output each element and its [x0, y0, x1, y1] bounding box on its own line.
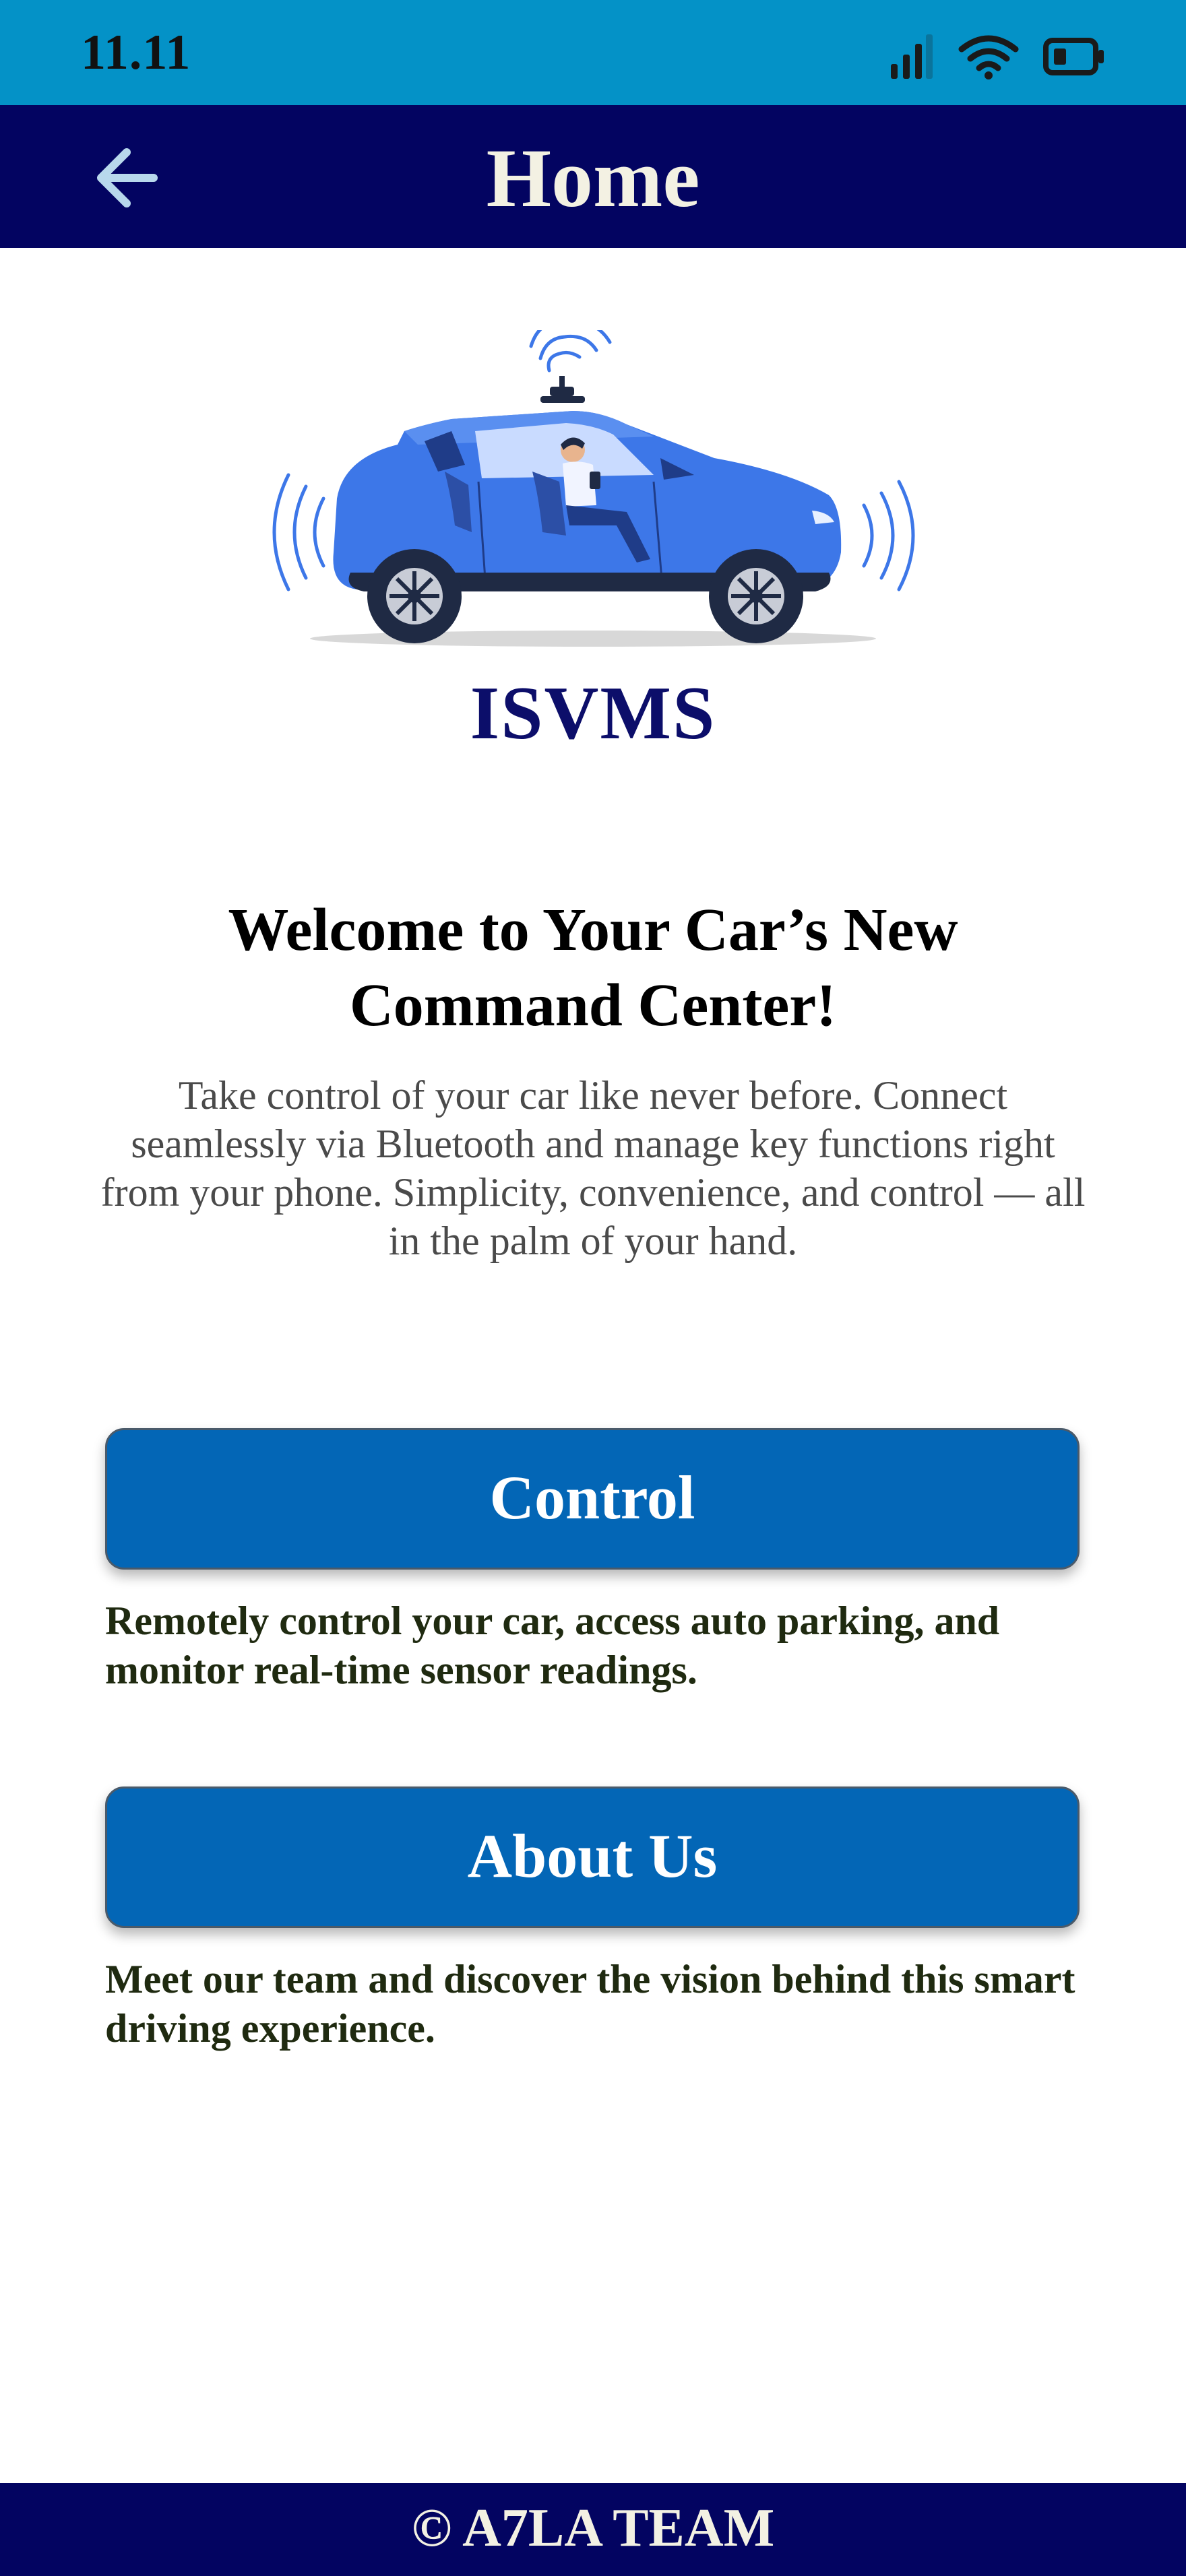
footer-copyright: © A7LA TEAM [411, 2499, 775, 2558]
autonomous-car-illustration [272, 319, 915, 647]
hero-section [249, 319, 937, 653]
footer: © A7LA TEAM [0, 2483, 1186, 2576]
about-us-description: Meet our team and discover the vision be… [105, 1957, 1075, 2051]
status-bar: 11.11 [0, 0, 1186, 105]
status-time: 11.11 [81, 25, 191, 80]
control-button[interactable]: Control [105, 1428, 1080, 1570]
welcome-description: Take control of your car like never befo… [100, 1073, 1086, 1263]
wifi-icon [958, 35, 1019, 79]
brand-title: ISVMS [470, 672, 716, 755]
control-description: Remotely control your car, access auto p… [105, 1599, 1000, 1692]
battery-icon [1043, 38, 1104, 75]
welcome-heading: Welcome to Your Car’s New Command Center… [228, 897, 958, 1039]
page-title: Home [486, 132, 700, 224]
cellular-signal-icon [891, 34, 933, 79]
status-icons [890, 30, 1105, 84]
app-bar: Home [0, 105, 1186, 248]
about-us-button[interactable]: About Us [105, 1786, 1080, 1928]
